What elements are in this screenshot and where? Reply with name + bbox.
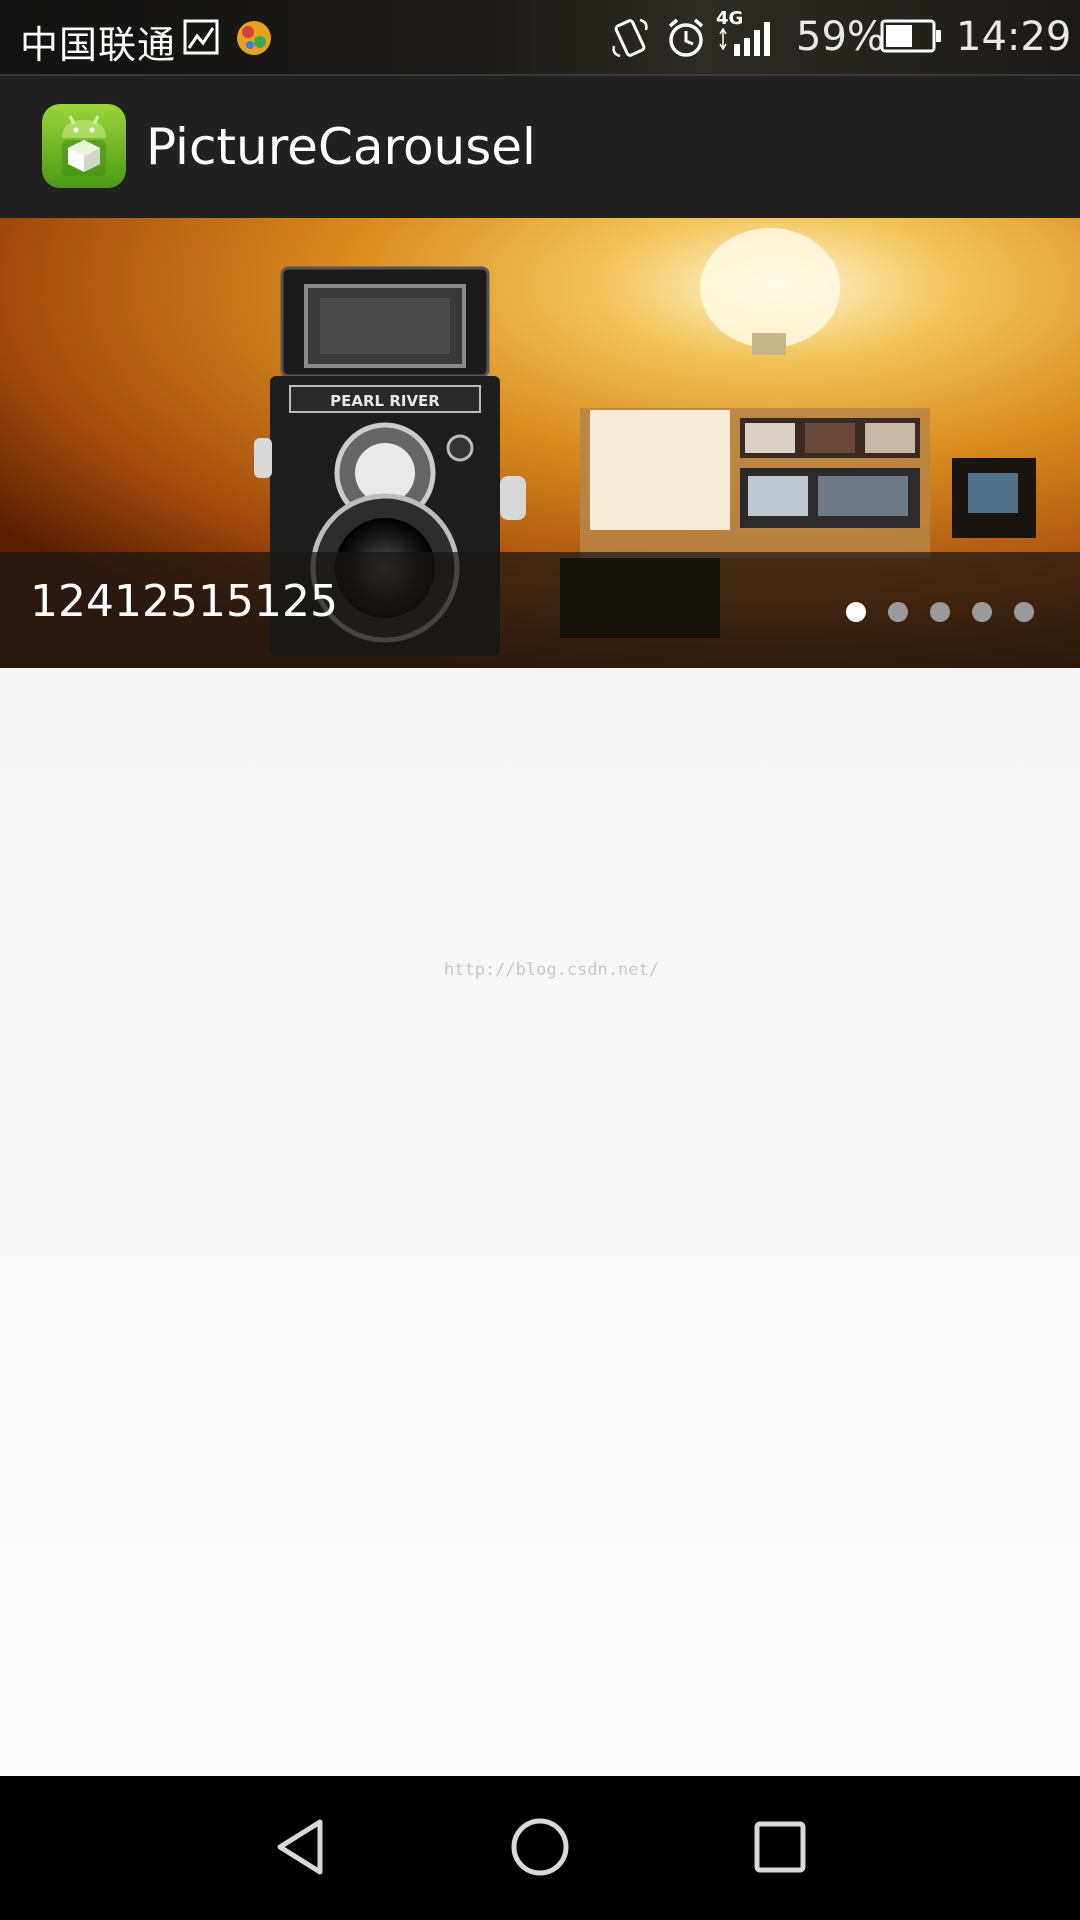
- recents-icon[interactable]: [745, 1812, 815, 1882]
- back-icon[interactable]: [268, 1812, 338, 1882]
- status-bar: 中国联通 4G 59% 14:29: [0, 0, 1080, 76]
- carrier-label: 中国联通: [20, 23, 177, 67]
- camera-brand-text: PEARL RIVER: [330, 392, 440, 410]
- page-indicator: [846, 602, 1034, 622]
- watermark-text: http://blog.csdn.net/: [444, 960, 659, 980]
- carousel-caption: 12412515125: [30, 576, 338, 627]
- carousel-caption-bar: 12412515125: [0, 552, 1080, 668]
- picture-carousel[interactable]: PEARL RIVER 12412515125: [0, 218, 1080, 668]
- app-notification-icon: [237, 21, 271, 55]
- app-title: PictureCarousel: [146, 118, 536, 176]
- battery-icon: [880, 19, 941, 53]
- alarm-icon: [668, 18, 704, 57]
- page-indicator-dot[interactable]: [972, 602, 992, 622]
- image-notification-icon: [183, 19, 219, 55]
- battery-percent: 59%: [796, 14, 885, 60]
- page-indicator-dot[interactable]: [888, 602, 908, 622]
- page-indicator-dot[interactable]: [846, 602, 866, 622]
- page-indicator-dot[interactable]: [930, 602, 950, 622]
- android-app-icon: [42, 104, 126, 188]
- page-indicator-dot[interactable]: [1014, 602, 1034, 622]
- navigation-bar: [0, 1776, 1080, 1920]
- app-bar: PictureCarousel: [0, 76, 1080, 218]
- signal-icon: [719, 22, 770, 56]
- home-icon[interactable]: [505, 1812, 575, 1882]
- clock: 14:29: [956, 14, 1072, 60]
- rotation-icon: [612, 18, 648, 58]
